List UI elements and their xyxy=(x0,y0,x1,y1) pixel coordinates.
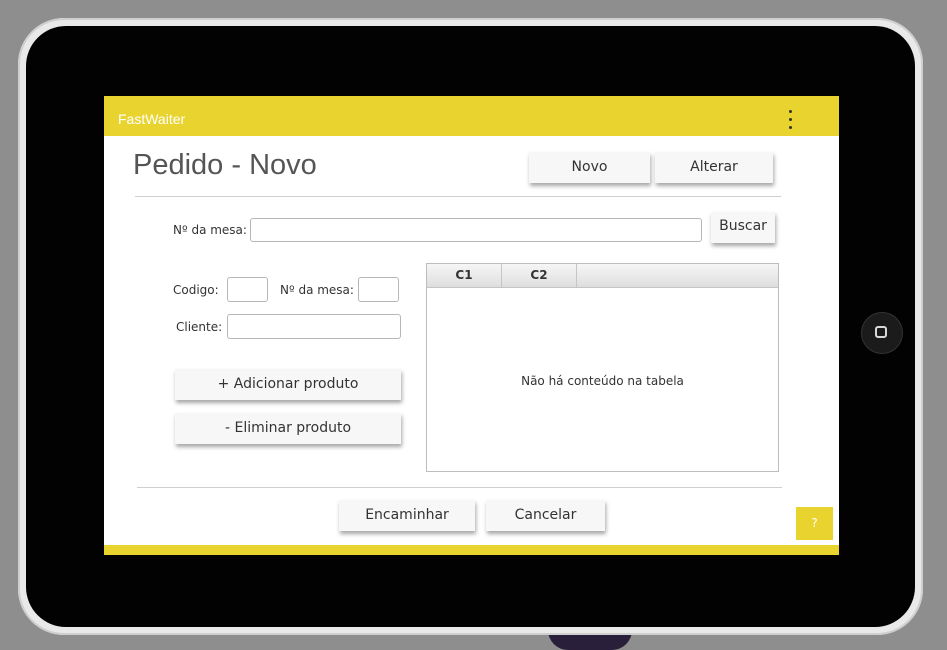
app-screen: FastWaiter Pedido - Novo Novo Alterar Nº… xyxy=(104,96,839,555)
cancelar-button[interactable]: Cancelar xyxy=(486,500,605,531)
app-bar: FastWaiter xyxy=(104,96,839,136)
more-vert-icon[interactable] xyxy=(788,110,794,134)
codigo-input[interactable] xyxy=(227,277,268,302)
column-header-c2[interactable]: C2 xyxy=(502,264,577,287)
column-header-c1[interactable]: C1 xyxy=(427,264,502,287)
search-mesa-label: Nº da mesa: xyxy=(173,223,247,237)
footer-divider xyxy=(137,487,782,488)
header-divider xyxy=(135,196,781,197)
products-table: C1 C2 Não há conteúdo na tabela xyxy=(426,263,779,472)
adicionar-produto-button[interactable]: + Adicionar produto xyxy=(175,369,401,400)
table-empty-message: Não há conteúdo na tabela xyxy=(521,374,684,388)
home-icon xyxy=(875,326,887,338)
alterar-button[interactable]: Alterar xyxy=(655,152,773,183)
app-title: FastWaiter xyxy=(118,111,186,127)
codigo-label: Codigo: xyxy=(173,283,219,297)
table-header: C1 C2 xyxy=(427,264,778,288)
eliminar-produto-button[interactable]: - Eliminar produto xyxy=(175,413,401,444)
cliente-label: Cliente: xyxy=(176,320,223,334)
form-mesa-input[interactable] xyxy=(358,277,399,302)
search-mesa-input[interactable] xyxy=(250,218,702,242)
help-button[interactable]: ? xyxy=(796,507,833,540)
buscar-button[interactable]: Buscar xyxy=(711,212,775,243)
form-mesa-label: Nº da mesa: xyxy=(280,283,354,297)
novo-button[interactable]: Novo xyxy=(529,152,650,183)
encaminhar-button[interactable]: Encaminhar xyxy=(339,500,475,531)
bottom-accent-bar xyxy=(104,545,839,555)
cliente-input[interactable] xyxy=(227,314,401,339)
home-button[interactable] xyxy=(861,312,903,354)
page-title: Pedido - Novo xyxy=(133,149,317,181)
